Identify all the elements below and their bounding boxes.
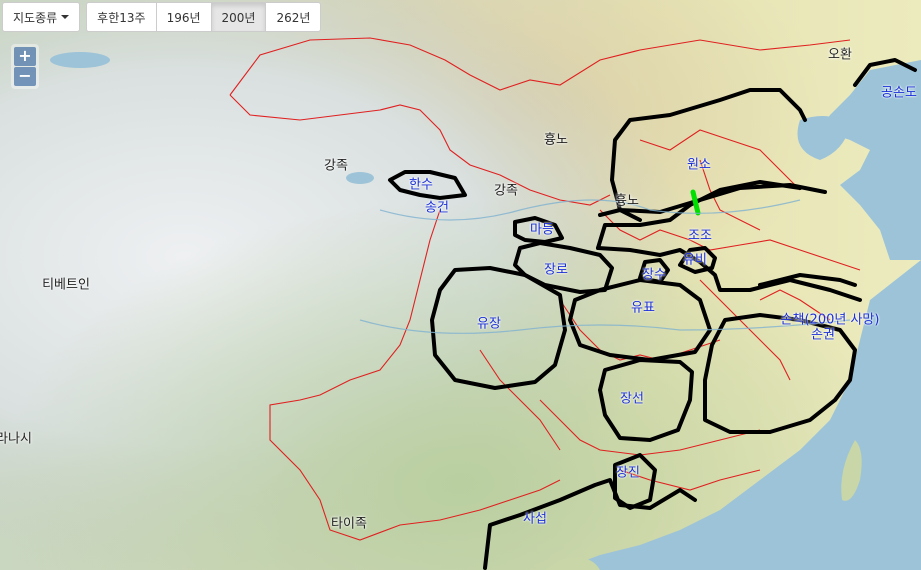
caret-down-icon [61, 15, 70, 19]
region-label-hyungno-north: 흉노 [544, 132, 568, 148]
faction-label-songgeon: 송건 [425, 200, 449, 216]
period-button-196[interactable]: 196년 [155, 2, 212, 32]
map-toolbar: 지도종류 후한13주 196년 200년 262년 [2, 2, 322, 32]
map-type-dropdown[interactable]: 지도종류 [2, 2, 81, 32]
region-label-nanasi: 라나시 [0, 431, 32, 447]
period-button-200[interactable]: 200년 [210, 2, 267, 32]
faction-label-songwon: 손권 [811, 327, 835, 343]
faction-label-jangsu: 장수 [642, 267, 666, 283]
zoom-control: + − [11, 44, 39, 89]
faction-label-jangjin: 장진 [616, 465, 640, 481]
map-canvas[interactable]: 오환 공손도 흉노 강족 강족 원소 한수 송건 흉노 마등 조조 유비 장로 … [0, 0, 921, 570]
period-button-group: 후한13주 196년 200년 262년 [86, 2, 322, 32]
region-label-gangjok-east: 강족 [494, 183, 518, 199]
faction-label-hansu: 한수 [409, 177, 433, 193]
region-label-hyungno-mid: 흉노 [615, 193, 639, 209]
region-label-ohwan: 오환 [828, 47, 852, 63]
faction-label-yupyo: 유표 [631, 300, 655, 316]
faction-label-jangseon: 장선 [620, 391, 644, 407]
region-label-gangjok-west: 강족 [324, 158, 348, 174]
zoom-in-button[interactable]: + [14, 47, 36, 66]
map-terrain [0, 0, 921, 570]
period-button-262[interactable]: 262년 [265, 2, 322, 32]
faction-label-wonso: 원소 [687, 157, 711, 173]
faction-label-saseop: 사섭 [523, 511, 547, 527]
zoom-out-button[interactable]: − [14, 67, 36, 86]
faction-label-jojo: 조조 [688, 228, 712, 244]
faction-label-madeung: 마등 [530, 222, 554, 238]
faction-label-yujang: 유장 [477, 316, 501, 332]
period-button-hanmal13ju[interactable]: 후한13주 [86, 2, 157, 32]
map-type-label: 지도종류 [13, 10, 58, 25]
region-label-tibetan: 티베트인 [42, 277, 90, 293]
faction-label-jangno: 장로 [544, 262, 568, 278]
region-label-taijok: 타이족 [331, 516, 367, 532]
faction-label-yubi: 유비 [683, 252, 707, 268]
faction-label-gongsondo: 공손도 [881, 85, 917, 101]
